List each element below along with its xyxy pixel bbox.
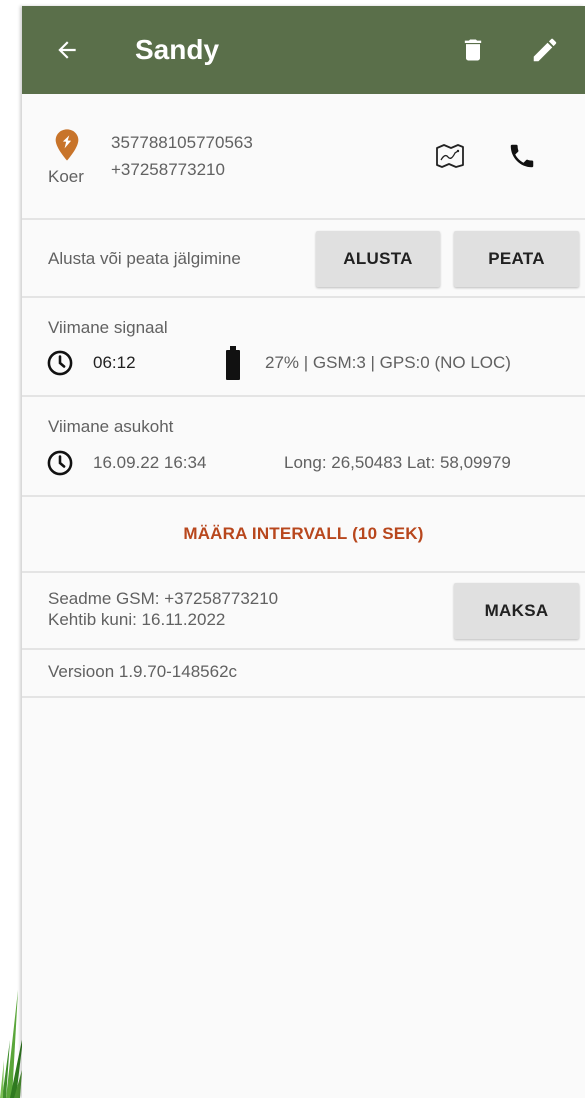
arrow-left-icon — [58, 41, 76, 59]
last-signal-status: 27% | GSM:3 | GPS:0 (NO LOC) — [265, 353, 511, 372]
last-signal-section: Viimane signaal 06:12 27% | GSM:3 | GPS:… — [22, 298, 585, 397]
map-pin-icon — [55, 129, 79, 161]
last-location-section: Viimane asukoht 16.09.22 16:34 Long: 26,… — [22, 397, 585, 497]
device-info: Koer 357788105770563 +37258773210 — [22, 94, 585, 220]
last-location-heading: Viimane asukoht — [48, 417, 174, 436]
pencil-icon — [533, 38, 557, 62]
device-phone: +37258773210 — [111, 160, 225, 179]
call-button[interactable] — [502, 136, 542, 176]
app-version: Versioon 1.9.70-148562c — [48, 662, 238, 681]
device-gsm: Seadme GSM: +37258773210 — [48, 589, 279, 608]
map-button[interactable] — [430, 136, 470, 176]
last-signal-time: 06:12 — [93, 353, 136, 372]
pay-button[interactable]: MAKSA — [454, 583, 579, 639]
page-title: Sandy — [135, 34, 220, 65]
device-imei: 357788105770563 — [111, 133, 253, 152]
valid-until: Kehtib kuni: 16.11.2022 — [48, 610, 226, 629]
interval-row: MÄÄRA INTERVALL (10 SEK) — [22, 497, 585, 573]
device-type-label: Koer — [48, 167, 84, 186]
edit-button[interactable] — [525, 30, 565, 70]
tracking-row: Alusta või peata jälgimine ALUSTA PEATA — [22, 220, 585, 298]
clock-icon — [46, 349, 74, 382]
map-icon — [436, 144, 464, 168]
last-location-datetime: 16.09.22 16:34 — [93, 453, 207, 472]
set-interval-button[interactable]: MÄÄRA INTERVALL (10 SEK) — [183, 524, 423, 544]
trash-icon — [464, 39, 482, 61]
start-tracking-button[interactable]: ALUSTA — [316, 231, 440, 287]
app-window: Sandy Koer 357788105770563 +37258773210 — [22, 6, 585, 1098]
app-bar: Sandy — [22, 6, 585, 94]
back-button[interactable] — [52, 35, 82, 65]
tracking-label: Alusta või peata jälgimine — [48, 249, 241, 268]
device-pin — [50, 128, 84, 167]
delete-button[interactable] — [453, 30, 493, 70]
version-row: Versioon 1.9.70-148562c — [22, 650, 585, 698]
phone-icon — [510, 144, 534, 168]
last-signal-heading: Viimane signaal — [48, 318, 168, 337]
battery-icon — [225, 346, 241, 385]
clock-icon — [46, 449, 74, 482]
appbar-actions — [453, 6, 585, 94]
stop-tracking-button[interactable]: PEATA — [454, 231, 579, 287]
subscription-row: Seadme GSM: +37258773210 Kehtib kuni: 16… — [22, 573, 585, 650]
last-location-coords: Long: 26,50483 Lat: 58,09979 — [284, 453, 511, 472]
